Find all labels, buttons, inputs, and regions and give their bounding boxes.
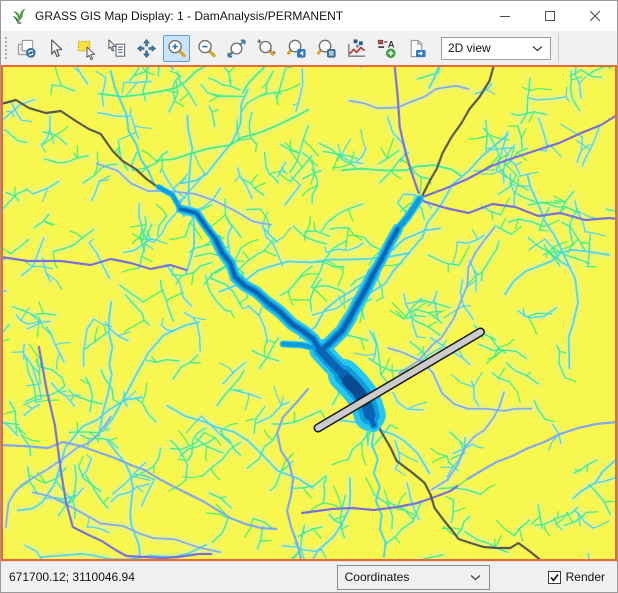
query-button[interactable]: [103, 35, 130, 62]
minimize-button[interactable]: [482, 1, 527, 31]
pan-button[interactable]: [133, 35, 160, 62]
render-checkbox[interactable]: [548, 571, 561, 584]
zoom-in-icon: [165, 37, 188, 60]
pointer-icon: [45, 37, 68, 60]
query-icon: [105, 37, 128, 60]
toolbar-separator: [558, 33, 559, 63]
zoom-to-map-icon: [315, 37, 338, 60]
zoom-region-icon: [255, 37, 278, 60]
zoom-previous-button[interactable]: [283, 35, 310, 62]
minimize-icon: [500, 11, 510, 21]
zoom-in-button[interactable]: [163, 35, 190, 62]
maximize-icon: [545, 11, 555, 21]
zoom-extent-icon: [225, 37, 248, 60]
status-bar: 671700.12; 3110046.94 Coordinates Render: [1, 561, 617, 592]
zoom-previous-icon: [285, 37, 308, 60]
zoom-to-map-button[interactable]: [313, 35, 340, 62]
window-controls: [482, 1, 617, 31]
map-display-frame: [1, 65, 617, 561]
map-elements-icon: A: [375, 37, 398, 60]
toolbar-grip-handle[interactable]: [3, 35, 8, 61]
select-features-icon: [75, 37, 98, 60]
display-map-button[interactable]: [13, 35, 40, 62]
pointer-button[interactable]: [43, 35, 70, 62]
map-canvas[interactable]: [3, 67, 615, 559]
zoom-region-button[interactable]: [253, 35, 280, 62]
view-mode-value: 2D view: [448, 41, 491, 55]
chevron-down-icon: [470, 574, 481, 581]
render-checkbox-label: Render: [566, 570, 605, 584]
zoom-out-icon: [195, 37, 218, 60]
zoom-out-button[interactable]: [193, 35, 220, 62]
save-display-icon: [405, 37, 428, 60]
grass-gis-icon: [10, 7, 28, 25]
analyze-map-button[interactable]: [343, 35, 370, 62]
maximize-button[interactable]: [527, 1, 572, 31]
pan-icon: [135, 37, 158, 60]
close-button[interactable]: [572, 1, 617, 31]
map-toolbar: A 2D view: [1, 31, 617, 65]
zoom-extent-button[interactable]: [223, 35, 250, 62]
statusbar-mode-value: Coordinates: [345, 570, 410, 584]
chevron-down-icon: [532, 45, 543, 52]
title-bar: GRASS GIS Map Display: 1 - DamAnalysis/P…: [1, 1, 617, 31]
save-display-button[interactable]: [403, 35, 430, 62]
analyze-map-icon: [345, 37, 368, 60]
select-features-button[interactable]: [73, 35, 100, 62]
display-map-icon: [15, 37, 38, 60]
checkbox-check-icon: [549, 572, 560, 583]
grass-map-display-window: GRASS GIS Map Display: 1 - DamAnalysis/P…: [0, 0, 618, 593]
view-mode-dropdown[interactable]: 2D view: [441, 37, 551, 60]
svg-text:A: A: [388, 39, 395, 49]
close-icon: [590, 11, 600, 21]
window-title: GRASS GIS Map Display: 1 - DamAnalysis/P…: [35, 9, 482, 23]
map-elements-button[interactable]: A: [373, 35, 400, 62]
render-toggle[interactable]: Render: [548, 570, 605, 584]
coordinate-readout: 671700.12; 3110046.94: [9, 570, 337, 584]
statusbar-mode-dropdown[interactable]: Coordinates: [337, 565, 490, 590]
